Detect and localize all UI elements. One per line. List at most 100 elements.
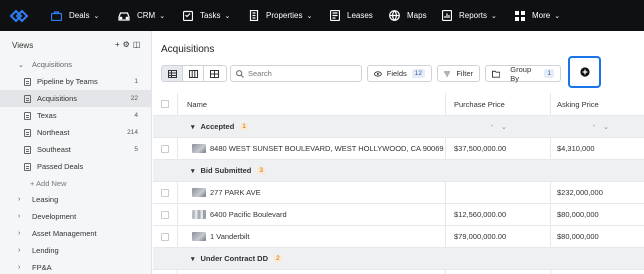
asking-price-cell[interactable]: $80,000,000: [557, 232, 599, 241]
building-icon: [249, 10, 259, 21]
property-name: 8480 WEST SUNSET BOULEVARD, WEST HOLLYWO…: [210, 144, 444, 153]
nav-leases[interactable]: Leases: [330, 0, 373, 31]
document-icon: [24, 128, 31, 137]
sidebar-folder-leasing[interactable]: › Leasing: [0, 191, 152, 208]
table-row[interactable]: 6400 Pacific Boulevard $12,560,000.00 $8…: [153, 204, 644, 226]
sidebar-folder-development[interactable]: › Development: [0, 208, 152, 225]
table-row[interactable]: 277 PARK AVE $232,000,000: [153, 182, 644, 204]
sidebar-folder-label: Leasing: [32, 195, 59, 204]
chevron-right-icon: ›: [18, 196, 21, 203]
document-icon: [24, 162, 31, 171]
add-deal-button[interactable]: [568, 56, 601, 88]
property-name: 6400 Pacific Boulevard: [210, 210, 287, 219]
select-all-checkbox[interactable]: [161, 100, 169, 108]
sidebar-item-texas[interactable]: Texas 4: [0, 107, 152, 124]
collapse-panel-icon[interactable]: ◫: [133, 40, 141, 49]
nav-tasks-label: Tasks: [200, 11, 221, 20]
chevron-down-icon: ⌄: [224, 12, 231, 20]
sidebar-add-new[interactable]: + Add New: [0, 175, 152, 192]
sidebar-folder-acquisitions[interactable]: ⌄ Acquisitions: [0, 56, 152, 73]
table-view-button[interactable]: [162, 66, 183, 81]
column-header-name[interactable]: Name: [187, 100, 207, 109]
asking-price-cell[interactable]: $4,310,000: [557, 144, 595, 153]
add-view-icon[interactable]: +: [115, 40, 120, 49]
document-icon: [24, 94, 31, 103]
group-row-under-contract-dd[interactable]: ▾ Under Contract DD 2: [153, 248, 644, 270]
name-cell[interactable]: 6400 Pacific Boulevard: [192, 210, 287, 219]
sidebar-item-acquisitions[interactable]: Acquisitions 22: [0, 90, 152, 107]
board-view-button[interactable]: [183, 66, 204, 81]
group-by-button[interactable]: Group By 1: [485, 64, 561, 83]
sidebar-item-count: 214: [127, 129, 138, 136]
fields-button[interactable]: Fields 12: [367, 65, 432, 82]
sidebar-item-pipeline-by-teams[interactable]: Pipeline by Teams 1: [0, 73, 152, 90]
column-header-asking-price[interactable]: Asking Price: [557, 100, 599, 109]
view-mode-switcher: [161, 65, 227, 82]
asking-price-cell[interactable]: $232,000,000: [557, 188, 603, 197]
group-row-accepted[interactable]: ▾ Accepted 1 - ⌄ - ⌄: [153, 116, 644, 138]
sidebar-folder-asset-management[interactable]: › Asset Management: [0, 225, 152, 242]
sidebar-item-northeast[interactable]: Northeast 214: [0, 124, 152, 141]
property-thumbnail: [192, 188, 206, 197]
chevron-down-icon: ▾: [191, 255, 195, 263]
nav-more[interactable]: More ⌄: [515, 0, 560, 31]
search-input[interactable]: [248, 69, 348, 78]
group-count-badge: 3: [257, 167, 265, 174]
top-navigation-bar: Deals ⌄ CRM ⌄ Tasks ⌄ Properties ⌄ Leases Ma…: [0, 0, 644, 31]
plus-circle-icon: [579, 67, 590, 77]
group-count-badge: 1: [240, 123, 248, 130]
chevron-down-icon: ⌄: [306, 12, 313, 20]
property-name: 277 PARK AVE: [210, 188, 261, 197]
name-cell[interactable]: 1 Vanderbilt: [192, 232, 249, 241]
sidebar-folder-label: Development: [32, 212, 77, 221]
group-by-label: Group By: [510, 64, 532, 83]
asking-price-cell[interactable]: $80,000,000: [557, 210, 599, 219]
table-row[interactable]: 1 Vanderbilt $79,000,000.00 $80,000,000: [153, 226, 644, 248]
sidebar-item-passed-deals[interactable]: Passed Deals: [0, 158, 152, 175]
nav-reports[interactable]: Reports ⌄: [442, 0, 497, 31]
name-cell[interactable]: 277 PARK AVE: [192, 188, 261, 197]
fields-label: Fields: [386, 69, 407, 78]
purchase-price-cell[interactable]: $37,500,000.00: [454, 144, 506, 153]
sidebar-folder-label: Lending: [32, 246, 59, 255]
board-icon: [188, 69, 198, 78]
nav-maps[interactable]: Maps: [389, 0, 427, 31]
filter-button[interactable]: Filter: [437, 65, 480, 82]
clipboard-icon: [183, 10, 193, 21]
chevron-down-icon: ⌄: [159, 12, 166, 20]
property-thumbnail: [192, 144, 206, 153]
row-checkbox[interactable]: [161, 210, 169, 219]
grid-view-button[interactable]: [204, 66, 225, 81]
nav-tasks[interactable]: Tasks ⌄: [183, 0, 230, 31]
settings-gear-icon[interactable]: ⚙: [123, 40, 130, 49]
group-label: Bid Submitted: [200, 166, 252, 175]
purchase-price-cell[interactable]: $79,000,000.00: [454, 232, 506, 241]
nav-crm[interactable]: CRM ⌄: [118, 0, 165, 31]
search-box[interactable]: [230, 65, 362, 82]
group-count-badge: 2: [274, 255, 282, 262]
sidebar-folder-label: FP&A: [32, 263, 52, 272]
chevron-down-icon: ⌄: [554, 12, 561, 20]
chevron-down-icon: ▾: [191, 123, 195, 131]
sidebar-folder-fpa[interactable]: › FP&A: [0, 259, 152, 274]
row-checkbox[interactable]: [161, 232, 169, 241]
row-checkbox[interactable]: [161, 188, 169, 197]
table-row[interactable]: 8480 WEST SUNSET BOULEVARD, WEST HOLLYWO…: [153, 138, 644, 160]
nav-properties[interactable]: Properties ⌄: [249, 0, 312, 31]
app-logo[interactable]: [6, 0, 32, 31]
sidebar-item-label: Texas: [37, 111, 57, 120]
chevron-right-icon: ›: [18, 247, 21, 254]
nav-deals[interactable]: Deals ⌄: [51, 0, 99, 31]
row-checkbox[interactable]: [161, 144, 169, 153]
sidebar-folder-lending[interactable]: › Lending: [0, 242, 152, 259]
purchase-price-cell[interactable]: $12,560,000.00: [454, 210, 506, 219]
group-row-bid-submitted[interactable]: ▾ Bid Submitted 3: [153, 160, 644, 182]
group-asking-summary: -: [593, 123, 596, 130]
grid-view-icon: [210, 69, 219, 78]
nav-leases-label: Leases: [347, 11, 373, 20]
column-header-purchase-price[interactable]: Purchase Price: [454, 100, 505, 109]
sidebar-item-label: Passed Deals: [37, 162, 84, 171]
sidebar-item-southeast[interactable]: Southeast 5: [0, 141, 152, 158]
document-icon: [24, 111, 31, 120]
name-cell[interactable]: 8480 WEST SUNSET BOULEVARD, WEST HOLLYWO…: [192, 144, 444, 153]
